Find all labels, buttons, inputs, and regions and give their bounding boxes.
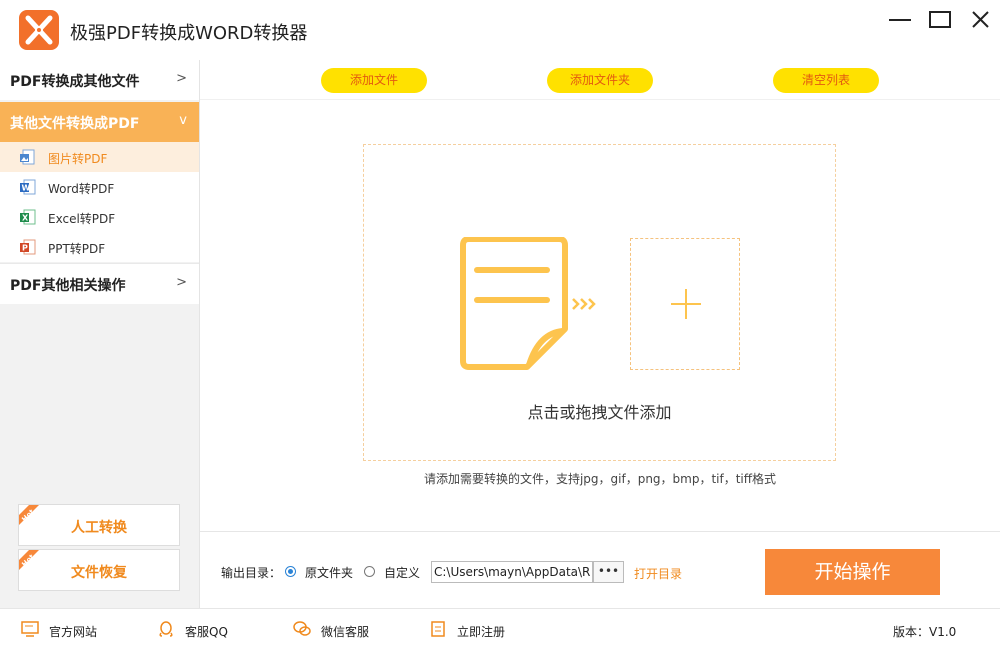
file-drop-zone[interactable]: 点击或拖拽文件添加: [363, 144, 836, 461]
qq-icon: [159, 621, 173, 637]
sidebar-section-label: PDF转换成其他文件: [10, 74, 140, 90]
start-button[interactable]: 开始操作: [765, 549, 940, 595]
footer: 官方网站 客服QQ 微信客服 立即注册 版本：V1.0: [0, 608, 1000, 650]
file-recovery-label: 文件恢复: [71, 565, 127, 581]
plus-icon: [671, 289, 701, 319]
radio-original-folder[interactable]: [285, 566, 296, 577]
manual-conversion-label: 人工转换: [71, 520, 127, 536]
main-area: 点击或拖拽文件添加 请添加需要转换的文件，支持jpg，gif，png，bmp，t…: [200, 100, 1000, 530]
file-recovery-button[interactable]: Hot 文件恢复: [18, 549, 180, 591]
radio-label-custom: 自定义: [384, 566, 421, 580]
svg-text:W: W: [22, 184, 31, 193]
supported-formats-note: 请添加需要转换的文件，支持jpg，gif，png，bmp，tif，tiff格式: [423, 472, 777, 486]
logo-x-icon: [19, 10, 59, 50]
clear-list-button[interactable]: 清空列表: [773, 68, 879, 93]
add-folder-button[interactable]: 添加文件夹: [547, 68, 653, 93]
sidebar-item-label: 图片转PDF: [48, 152, 108, 166]
sidebar-item-label: Word转PDF: [48, 182, 115, 196]
official-website-link[interactable]: 官方网站: [21, 621, 98, 640]
chevron-right-icon: >: [176, 71, 187, 86]
radio-custom[interactable]: [364, 566, 375, 577]
sidebar-section-label: 其他文件转换成PDF: [10, 116, 140, 132]
manual-conversion-button[interactable]: Hot 人工转换: [18, 504, 180, 546]
minimize-icon[interactable]: [885, 8, 915, 34]
wechat-support-link[interactable]: 微信客服: [293, 621, 370, 640]
sidebar-section-label: PDF其他相关操作: [10, 278, 126, 294]
sidebar: PDF转换成其他文件 > 其他文件转换成PDF v 图片转PDF W Word转…: [0, 60, 200, 608]
word-file-icon: W: [20, 179, 36, 195]
sidebar-item-image-to-pdf[interactable]: 图片转PDF: [0, 142, 199, 172]
footer-link-label: 官方网站: [49, 625, 98, 639]
image-file-icon: [20, 149, 36, 165]
footer-link-label: 立即注册: [457, 625, 506, 639]
radio-label-original-folder: 原文件夹: [305, 566, 354, 580]
add-file-button[interactable]: 添加文件: [321, 68, 427, 93]
document-arrow-icon: [460, 237, 596, 370]
open-directory-link[interactable]: 打开目录: [634, 565, 682, 582]
svg-text:X: X: [22, 214, 29, 223]
chevron-right-icon: >: [176, 275, 187, 290]
drop-hint: 点击或拖拽文件添加: [527, 403, 672, 422]
maximize-icon[interactable]: [925, 8, 955, 34]
monitor-icon: [21, 621, 39, 637]
sidebar-section-other-to-pdf[interactable]: 其他文件转换成PDF v: [0, 102, 199, 142]
register-icon: [431, 621, 445, 637]
close-icon[interactable]: [965, 8, 995, 34]
ppt-file-icon: P: [20, 239, 36, 255]
excel-file-icon: X: [20, 209, 36, 225]
svg-text:P: P: [22, 244, 28, 253]
qq-support-link[interactable]: 客服QQ: [159, 621, 228, 640]
footer-link-label: 微信客服: [321, 625, 370, 639]
app-title: 极强PDF转换成WORD转换器: [70, 23, 308, 44]
toolbar: 添加文件 添加文件夹 清空列表: [200, 60, 1000, 100]
add-file-plus-box[interactable]: [630, 238, 740, 370]
sidebar-item-excel-to-pdf[interactable]: X Excel转PDF: [0, 202, 199, 232]
wechat-icon: [293, 621, 311, 636]
sidebar-section-pdf-to-other[interactable]: PDF转换成其他文件 >: [0, 60, 199, 100]
output-path-input[interactable]: [431, 561, 593, 583]
browse-button[interactable]: •••: [593, 561, 624, 583]
sidebar-item-ppt-to-pdf[interactable]: P PPT转PDF: [0, 232, 199, 262]
output-dir-label: 输出目录：: [221, 566, 282, 580]
output-bar: 输出目录： 原文件夹 自定义 ••• 打开目录 开始操作: [200, 531, 1000, 608]
register-link[interactable]: 立即注册: [431, 621, 506, 640]
sidebar-item-label: Excel转PDF: [48, 212, 116, 226]
footer-link-label: 客服QQ: [185, 625, 228, 639]
version-label: 版本：V1.0: [893, 625, 957, 639]
sidebar-item-label: PPT转PDF: [48, 242, 106, 256]
title-bar: 极强PDF转换成WORD转换器: [0, 0, 1000, 60]
sidebar-item-word-to-pdf[interactable]: W Word转PDF: [0, 172, 199, 202]
sidebar-section-pdf-other-ops[interactable]: PDF其他相关操作 >: [0, 264, 199, 304]
chevron-down-icon: v: [179, 113, 187, 128]
